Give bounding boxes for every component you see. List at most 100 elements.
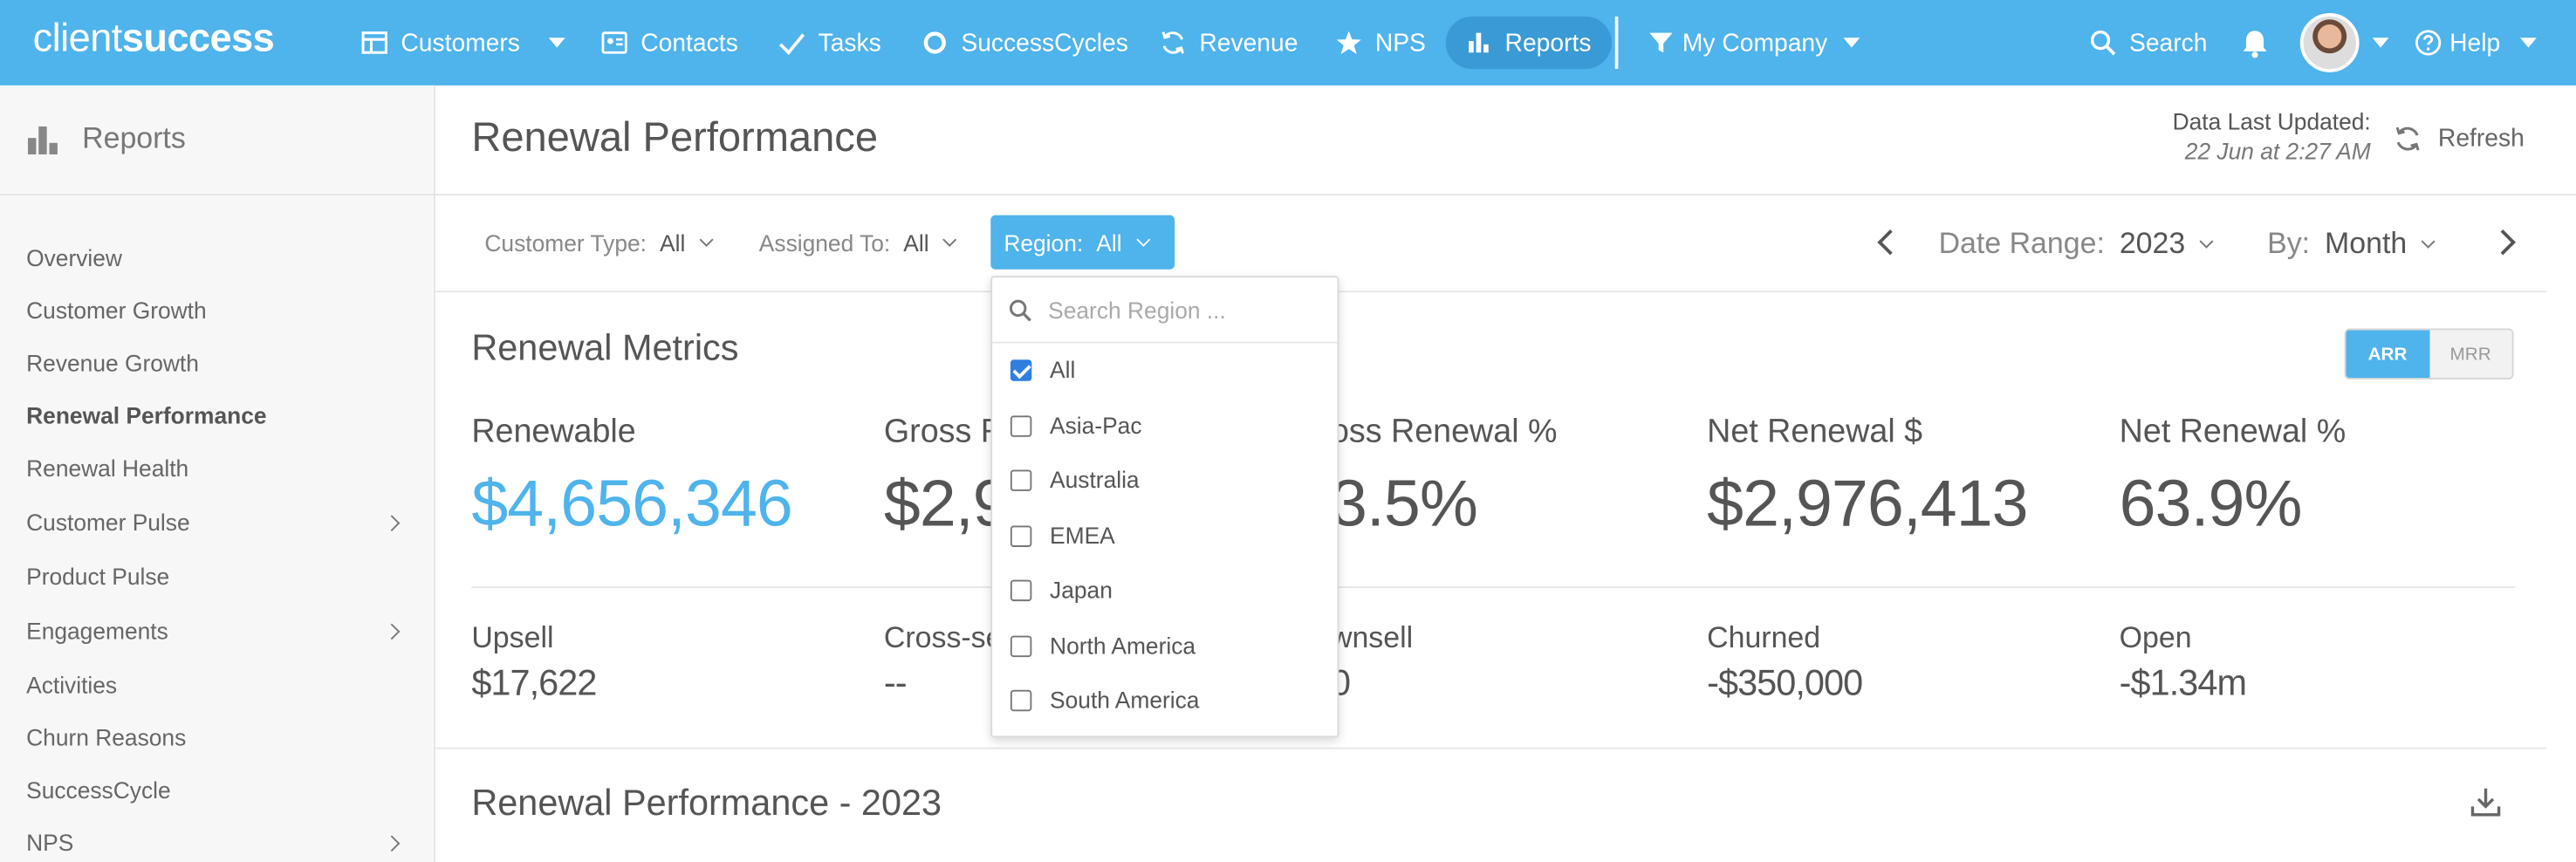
nav-reports[interactable]: Reports: [1445, 16, 1612, 70]
nav-successcycles[interactable]: SuccessCycles: [921, 17, 1128, 69]
previous-period-button[interactable]: [1877, 229, 1903, 256]
sidebar-item-label: NPS: [26, 829, 74, 856]
logo[interactable]: clientsuccess: [33, 17, 275, 63]
region-option-asia-pac[interactable]: Asia-Pac: [1010, 412, 1142, 439]
sidebar-item-churn-reasons[interactable]: Churn Reasons: [26, 724, 404, 750]
customers-caret-icon[interactable]: [548, 38, 565, 48]
checkbox[interactable]: [1010, 469, 1032, 490]
region-option-south-america[interactable]: South America: [1010, 686, 1200, 714]
nav-customers[interactable]: Customers: [361, 17, 520, 69]
main-content: Renewal Performance Data Last Updated: 2…: [435, 86, 2576, 862]
help-icon: [2415, 30, 2442, 56]
metric-gross-renewal-pct: oss Renewal % 3.5%: [1331, 414, 1558, 542]
metric-label: oss Renewal %: [1330, 414, 1558, 450]
last-updated-value: 22 Jun at 2:27 AM: [2184, 138, 2371, 165]
date-range-label: Date Range:: [1938, 226, 2105, 260]
checkbox[interactable]: [1010, 359, 1032, 380]
checkbox[interactable]: [1010, 634, 1032, 657]
region-label: Region:: [1004, 229, 1084, 256]
sidebar-item-activities[interactable]: Activities: [26, 672, 404, 698]
nav-tasks-label: Tasks: [818, 28, 881, 57]
sidebar-item-renewal-performance[interactable]: Renewal Performance: [26, 402, 404, 428]
sidebar-header: Reports: [26, 121, 186, 156]
nav-search[interactable]: Search: [2090, 17, 2208, 69]
customer-type-filter[interactable]: Customer Type: All: [484, 229, 714, 257]
granularity-filter[interactable]: By: Month: [2267, 226, 2436, 262]
chevron-down-icon: [2199, 233, 2214, 248]
region-option-label: North America: [1050, 632, 1196, 659]
company-filter[interactable]: My Company: [1648, 17, 1860, 69]
refresh-icon: [2395, 127, 2420, 151]
nav-search-label: Search: [2128, 28, 2208, 57]
sidebar-item-overview[interactable]: Overview: [26, 245, 404, 271]
nav-revenue-label: Revenue: [1199, 28, 1298, 57]
date-range-filter[interactable]: Date Range: 2023: [1938, 226, 2214, 262]
nav-tasks[interactable]: Tasks: [778, 17, 881, 69]
assigned-to-value: All: [903, 229, 929, 257]
metric-value: -$1.34m: [2119, 661, 2247, 703]
sidebar-item-revenue-growth[interactable]: Revenue Growth: [26, 350, 404, 376]
region-option-emea[interactable]: EMEA: [1010, 523, 1115, 549]
checkmark-icon: [778, 33, 805, 56]
region-option-label: South America: [1050, 686, 1200, 714]
assigned-to-filter[interactable]: Assigned To: All: [759, 229, 958, 257]
arr-toggle-option[interactable]: ARR: [2346, 330, 2429, 379]
region-option-all[interactable]: All: [1010, 357, 1075, 383]
region-option-label: Australia: [1050, 466, 1140, 493]
bell-icon: [2243, 30, 2267, 58]
help-caret-icon: [2519, 38, 2537, 48]
sidebar-item-nps[interactable]: NPS: [26, 830, 404, 856]
region-search-input[interactable]: [1048, 296, 1312, 323]
sidebar-item-renewal-health[interactable]: Renewal Health: [26, 455, 404, 482]
sidebar-item-label: Customer Pulse: [26, 509, 190, 536]
region-option-australia[interactable]: Australia: [1010, 466, 1140, 493]
last-updated: Data Last Updated: 22 Jun at 2:27 AM: [2101, 108, 2371, 164]
metric-value: 3.5%: [1330, 468, 1478, 541]
sidebar-item-customer-growth[interactable]: Customer Growth: [26, 298, 404, 324]
chevron-down-icon: [699, 232, 714, 247]
nav-nps[interactable]: NPS: [1336, 17, 1426, 69]
chevron-right-icon: [383, 622, 401, 640]
region-option-japan[interactable]: Japan: [1010, 577, 1113, 603]
sidebar-item-successcycle[interactable]: SuccessCycle: [26, 777, 404, 804]
nav-revenue[interactable]: Revenue: [1160, 17, 1298, 69]
contact-card-icon: [601, 31, 627, 54]
nav-help[interactable]: Help: [2415, 17, 2537, 69]
notifications-button[interactable]: [2239, 17, 2271, 69]
region-option-label: Asia-Pac: [1050, 412, 1142, 439]
nav-contacts[interactable]: Contacts: [601, 17, 738, 69]
sidebar-item-label: Overview: [26, 244, 122, 271]
metric-label: Renewable: [471, 414, 636, 450]
metric-net-renewal: Net Renewal $ $2,976,413: [1707, 414, 2028, 542]
sidebar-item-customer-pulse[interactable]: Customer Pulse: [26, 510, 404, 536]
customer-type-label: Customer Type:: [484, 229, 647, 257]
customer-type-value: All: [660, 229, 686, 257]
app-root: clientsuccess Customers Contacts Tasks S…: [0, 0, 2576, 862]
checkbox[interactable]: [1010, 524, 1032, 546]
mrr-toggle-option[interactable]: MRR: [2429, 330, 2512, 379]
sidebar-item-engagements[interactable]: Engagements: [26, 618, 404, 644]
sidebar-item-product-pulse[interactable]: Product Pulse: [26, 564, 404, 590]
user-avatar[interactable]: [2299, 13, 2360, 72]
metric-upsell: Upsell $17,622: [471, 621, 597, 705]
granularity-label: By:: [2267, 226, 2311, 260]
sidebar-item-label: Product Pulse: [26, 563, 170, 590]
next-period-button[interactable]: [2490, 229, 2516, 256]
table-icon: [361, 31, 387, 54]
logo-text-bold: success: [121, 16, 275, 61]
filter-divider: [435, 291, 2547, 293]
checkbox[interactable]: [1010, 688, 1032, 711]
region-option-north-america[interactable]: North America: [1010, 632, 1196, 659]
metric-downsell: wnsell 0: [1331, 621, 1413, 705]
avatar-caret-icon[interactable]: [2372, 38, 2389, 48]
checkbox[interactable]: [1010, 414, 1032, 436]
download-icon[interactable]: [2470, 785, 2503, 818]
region-filter-button[interactable]: Region: All: [990, 215, 1175, 270]
arr-mrr-toggle[interactable]: ARR MRR: [2344, 328, 2514, 380]
sidebar-item-label: SuccessCycle: [26, 776, 171, 804]
page-title: Renewal Performance: [471, 114, 879, 161]
metric-label: Cross-se: [883, 620, 1003, 654]
company-caret-icon: [1844, 38, 1860, 48]
checkbox[interactable]: [1010, 578, 1032, 601]
refresh-button[interactable]: Refresh: [2394, 125, 2525, 153]
